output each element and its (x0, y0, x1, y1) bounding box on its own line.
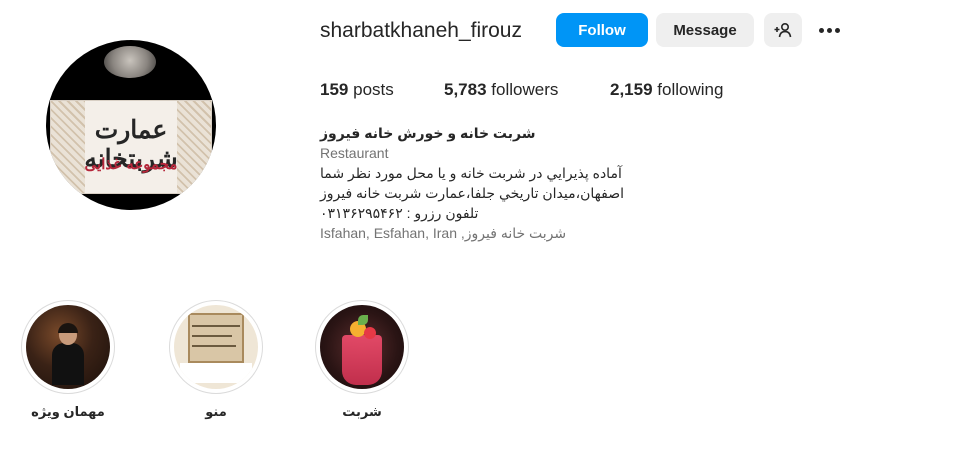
bio-line: اصفهان،ميدان تاريخي جلفا،عمارت شربت خانه… (320, 185, 624, 201)
highlight-menu[interactable]: منو (168, 300, 264, 420)
message-button[interactable]: Message (656, 13, 754, 47)
dot (818, 27, 824, 33)
highlight-cover (320, 305, 404, 389)
highlight-cover (174, 305, 258, 389)
posts-stat: 159 posts (320, 80, 394, 100)
suggest-accounts-button[interactable] (764, 13, 802, 47)
followers-count: 5,783 (444, 80, 487, 99)
followers-stat[interactable]: 5,783 followers (444, 80, 558, 100)
highlight-sharbat[interactable]: شربت (314, 300, 410, 420)
following-count: 2,159 (610, 80, 653, 99)
followers-label: followers (491, 80, 559, 99)
highlight-label: منو (205, 404, 227, 419)
avatar-ornament-top (104, 46, 156, 78)
highlight-ring (21, 300, 115, 394)
highlight-label: شربت (342, 404, 382, 419)
highlight-special-guest[interactable]: مهمان ویژه (20, 300, 116, 420)
bio-display-name: شربت خانه و خورش خانه فیروز (320, 125, 536, 141)
profile-bio: شربت خانه و خورش خانه فیروز Restaurant آ… (320, 124, 720, 243)
bio-location-link[interactable]: Isfahan, Esfahan, Iran ,شربت خانه فیروز (320, 223, 720, 243)
highlight-cover (26, 305, 110, 389)
following-stat[interactable]: 2,159 following (610, 80, 723, 100)
menu-caption-area (180, 363, 252, 383)
highlight-ring (169, 300, 263, 394)
bio-line: آماده پذيرايي در شربت خانه و يا محل مورد… (320, 165, 622, 181)
more-options-icon[interactable] (814, 18, 844, 42)
following-label: following (657, 80, 724, 99)
profile-username: sharbatkhaneh_firouz (320, 19, 522, 42)
person-image (52, 323, 84, 385)
follow-button[interactable]: Follow (556, 13, 648, 47)
avatar-logo-card: عمارت شربتخانه مجموعه غذایی (50, 100, 212, 194)
dot (826, 27, 832, 33)
posts-label: posts (353, 80, 394, 99)
drink-glass-image (342, 335, 382, 385)
menu-image (188, 313, 244, 363)
bio-line: تلفون رزرو : ۰۳۱۳۶۲۹۵۴۶۲ (320, 205, 479, 221)
posts-count: 159 (320, 80, 349, 99)
dot (834, 27, 840, 33)
avatar-logo-subtext: مجموعه غذایی (84, 155, 178, 173)
highlight-label: مهمان ویژه (31, 404, 105, 419)
bio-category: Restaurant (320, 145, 389, 161)
highlight-ring (315, 300, 409, 394)
person-add-icon (774, 22, 792, 38)
profile-avatar[interactable]: عمارت شربتخانه مجموعه غذایی (46, 40, 216, 210)
